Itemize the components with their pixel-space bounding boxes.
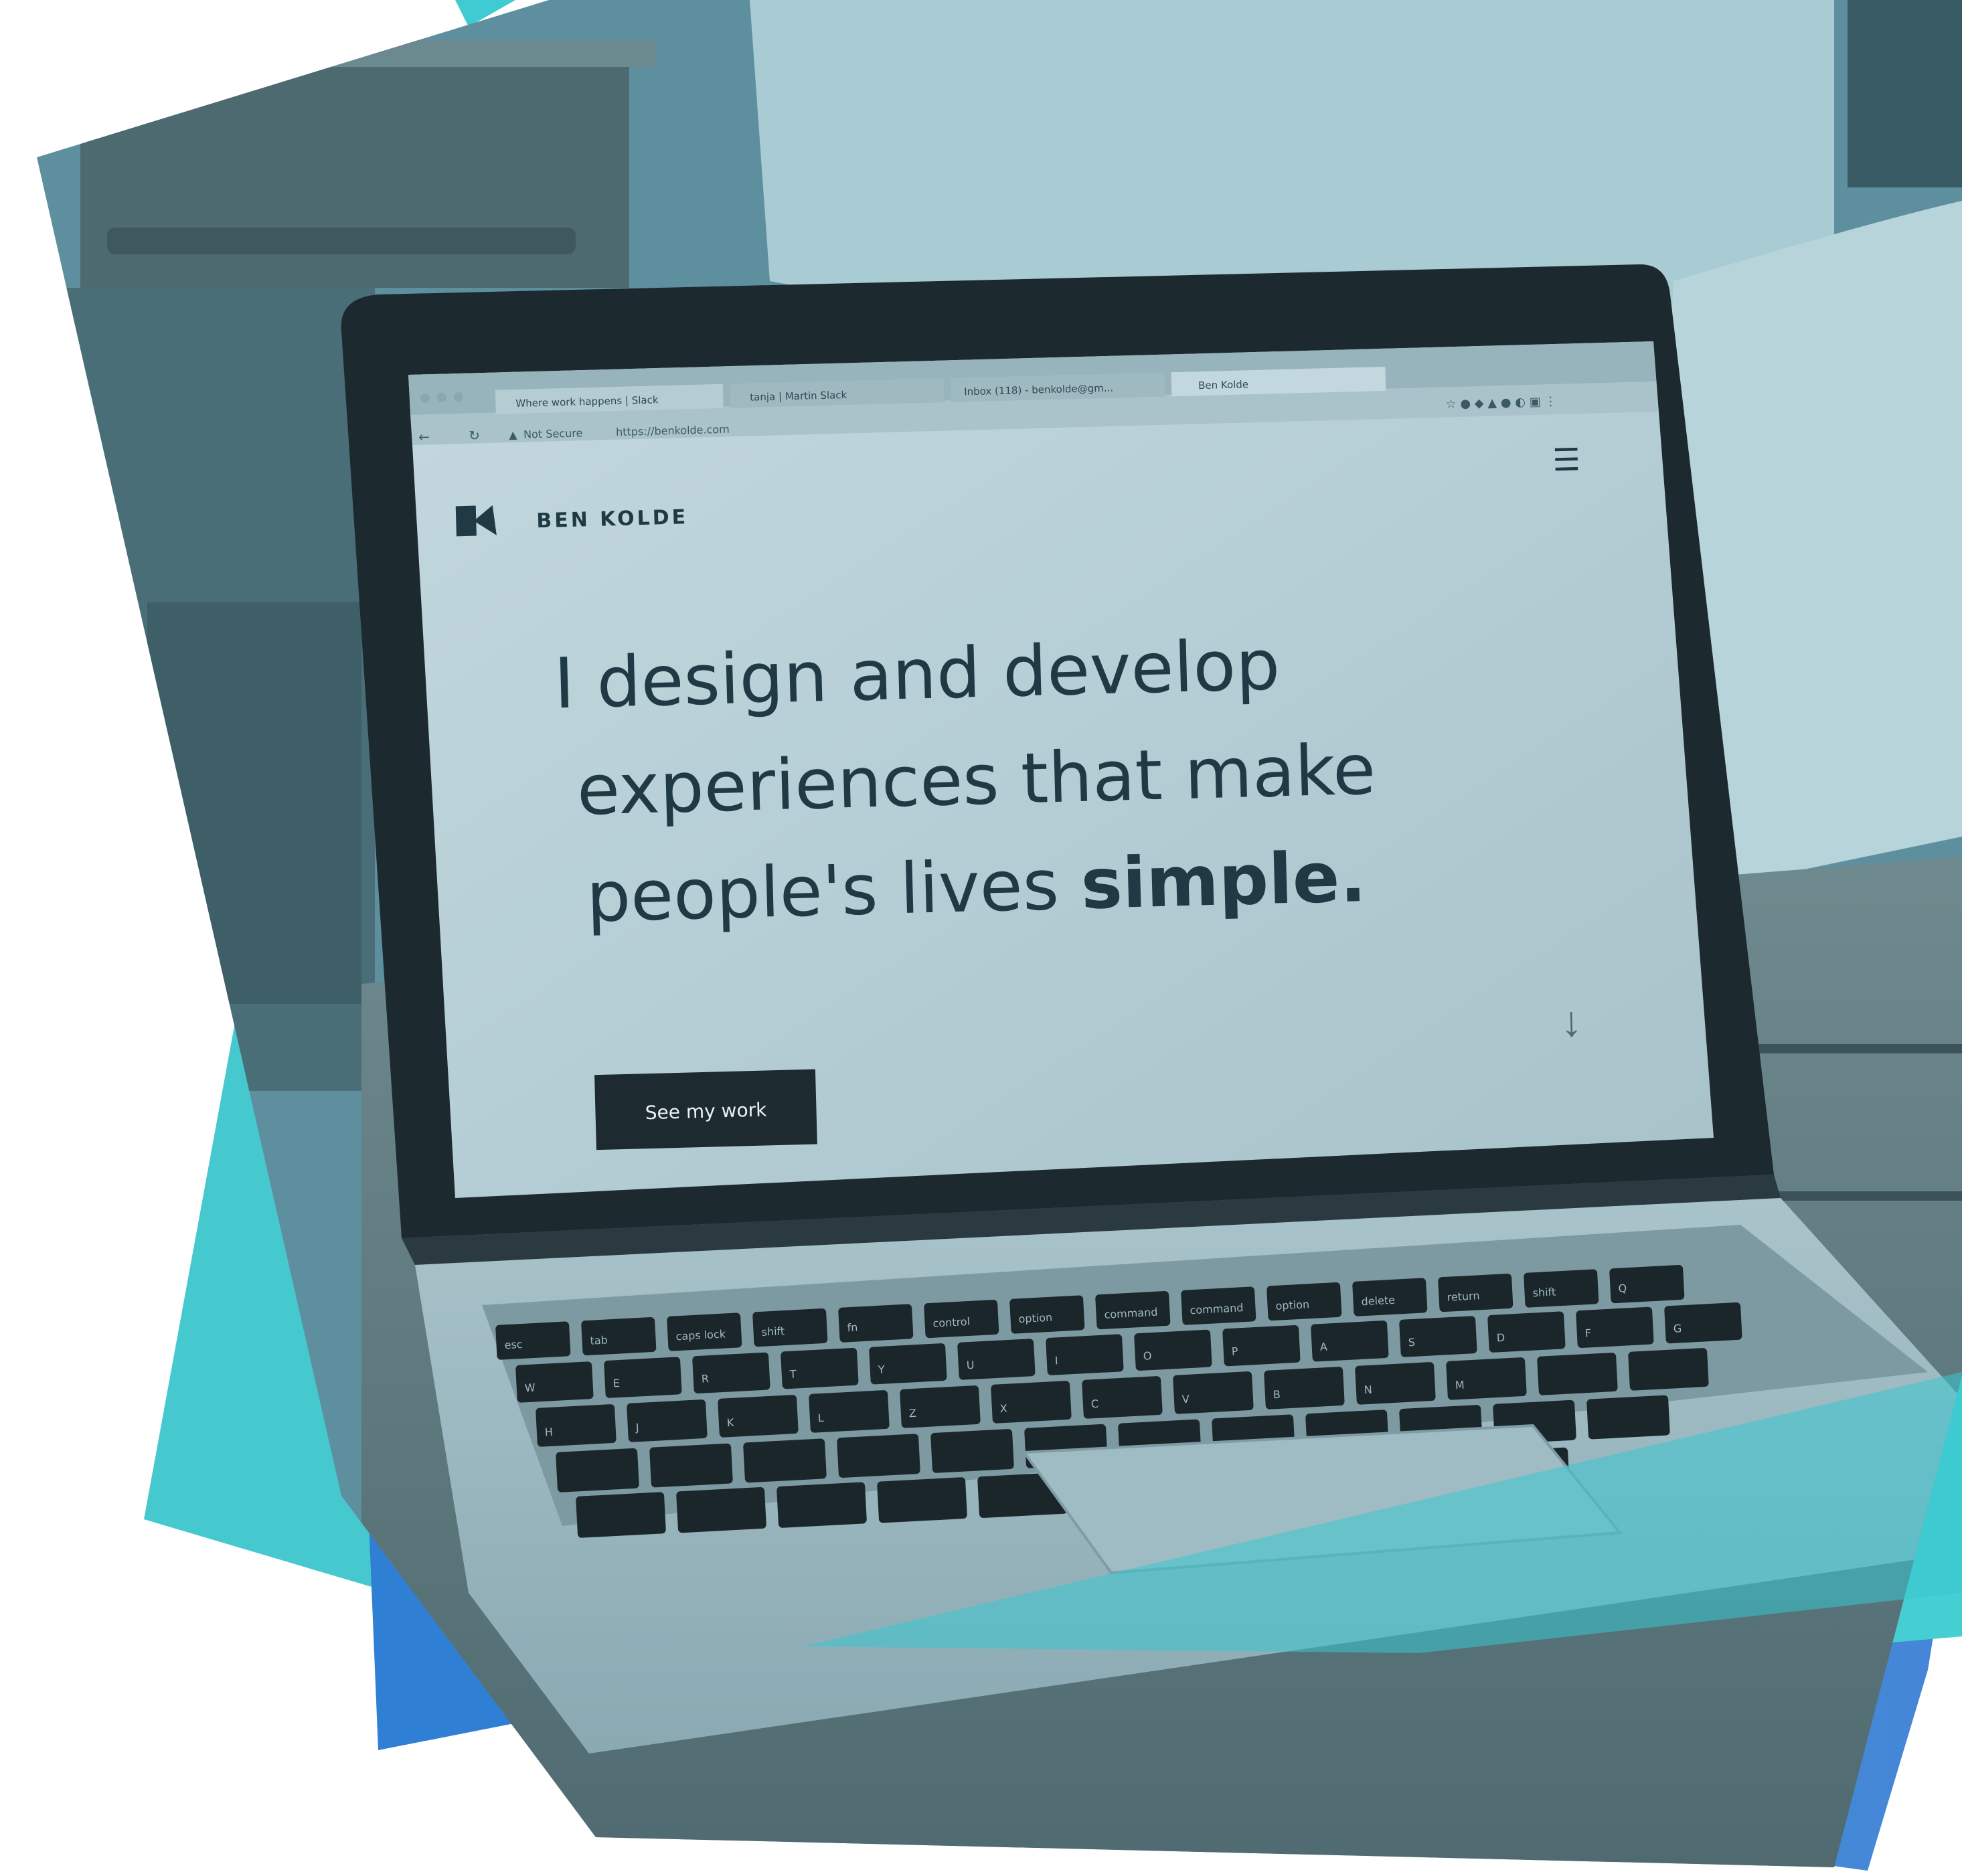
key-label: O [1143,1349,1152,1363]
keyboard-key[interactable] [776,1482,867,1528]
scene: Where work happens | Slack tanja | Marti… [37,0,1962,1871]
keyboard-key[interactable] [1537,1353,1618,1395]
tab-label: Ben Kolde [1198,378,1248,392]
key-label: E [612,1377,620,1390]
keyboard-key[interactable] [1628,1348,1709,1391]
key-label: A [1319,1341,1327,1354]
key-label: shift [761,1325,785,1339]
keyboard-key[interactable] [877,1477,967,1523]
key-label: L [817,1412,824,1424]
wooden-shelf-top [80,40,656,67]
key-label: K [726,1416,734,1430]
keyboard-key[interactable] [627,1399,708,1442]
key-label: X [999,1402,1007,1416]
menu-icon[interactable]: ☰ [1552,442,1581,477]
see-my-work-label: See my work [645,1098,767,1124]
key-label: tab [590,1333,608,1347]
window-close-dot[interactable] [420,394,430,403]
warning-icon: ▲ [509,428,517,441]
keyboard-key[interactable] [576,1492,666,1538]
headline-bold: simple. [1080,836,1367,925]
key-label: option [1275,1298,1310,1312]
keyboard-key[interactable] [1586,1395,1670,1440]
key-label: V [1181,1393,1190,1406]
key-label: M [1455,1379,1465,1392]
key-label: W [524,1381,536,1395]
key-label: P [1231,1345,1238,1357]
key-label: N [1364,1383,1372,1397]
left-furniture [147,602,361,1004]
key-label: G [1673,1322,1682,1335]
key-label: B [1273,1388,1281,1401]
key-label: return [1447,1289,1480,1304]
key-label: R [701,1372,709,1385]
key-label: I [1054,1354,1058,1367]
key-label: S [1408,1336,1415,1349]
key-label: H [544,1426,553,1439]
dark-window [1848,0,1962,187]
key-label: Q [1618,1282,1627,1295]
key-label: C [1090,1397,1098,1411]
headline-regular: people's lives [585,843,1082,938]
key-label: option [1018,1311,1053,1326]
tab-label: tanja | Martin Slack [750,389,847,404]
key-label: control [932,1315,970,1330]
security-label: Not Secure [523,426,583,440]
key-label: T [789,1367,797,1381]
keyboard-key[interactable] [743,1438,827,1483]
shelf-stripe [107,228,576,254]
key-label: delete [1361,1294,1395,1308]
keyboard-key[interactable] [837,1434,920,1478]
brand-name[interactable]: BEN KOLDE [536,505,689,533]
scroll-down-arrow-icon[interactable]: ↓ [1560,997,1583,1046]
key-label: J [635,1421,639,1434]
keyboard-key[interactable] [930,1429,1014,1473]
key-label: esc [504,1338,523,1351]
key-label: U [966,1359,975,1372]
key-label: Z [908,1407,916,1420]
reload-icon[interactable]: ↻ [469,427,480,443]
key-label: fn [847,1321,858,1335]
window-zoom-dot[interactable] [454,392,463,402]
key-label: shift [1532,1286,1556,1300]
extension-icons[interactable]: ☆ ● ◆ ▲ ● ◐ ▣ ⋮ [1445,394,1556,411]
key-label: caps lock [675,1327,726,1343]
keyboard-key[interactable] [556,1448,639,1493]
window-minimize-dot[interactable] [437,393,446,402]
keyboard-key[interactable] [649,1443,733,1488]
key-label: D [1496,1331,1505,1345]
key-label: F [1584,1327,1591,1339]
back-arrow-icon[interactable]: ← [418,428,430,444]
keyboard-key[interactable] [676,1486,766,1533]
key-label: Y [877,1363,885,1377]
